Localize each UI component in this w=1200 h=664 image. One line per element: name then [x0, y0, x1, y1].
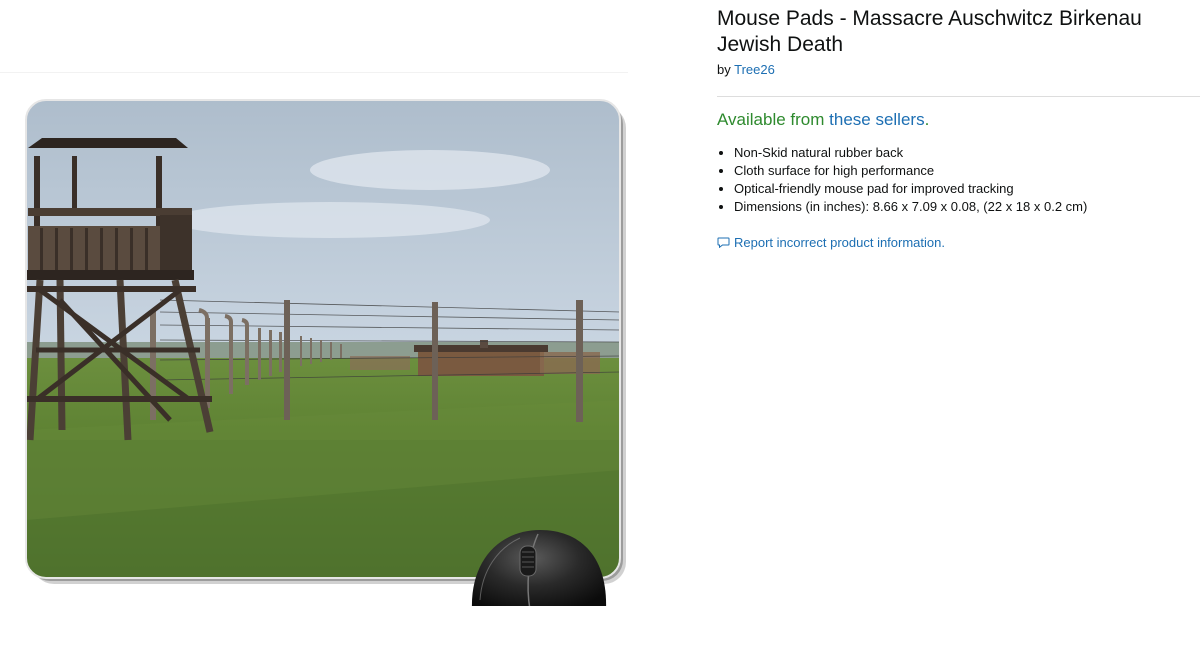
availability-suffix: . [924, 110, 930, 129]
feature-bullet: Cloth surface for high performance [734, 162, 1187, 180]
brand-link[interactable]: Tree26 [734, 62, 775, 77]
section-divider [717, 96, 1200, 97]
product-title: Mouse Pads - Massacre Auschwitcz Birkena… [717, 7, 1142, 56]
feature-bullets: Non-Skid natural rubber back Cloth surfa… [717, 144, 1187, 216]
feature-bullet: Optical-friendly mouse pad for improved … [734, 180, 1187, 198]
availability: Available from these sellers. [717, 109, 1187, 131]
sellers-link[interactable]: these sellers [829, 110, 924, 129]
speech-bubble-icon [717, 237, 730, 248]
byline: by Tree26 [717, 61, 1187, 78]
mousepad-photo [26, 100, 620, 578]
feature-bullet: Non-Skid natural rubber back [734, 144, 1187, 162]
availability-prefix: Available from [717, 110, 830, 129]
report-row: Report incorrect product information. [717, 234, 1187, 251]
product-image-panel [0, 0, 640, 664]
byline-prefix: by [717, 62, 731, 77]
report-incorrect-info-link[interactable]: Report incorrect product information. [734, 234, 945, 251]
product-image-mousepad[interactable] [0, 0, 640, 664]
feature-bullet: Dimensions (in inches): 8.66 x 7.09 x 0.… [734, 198, 1187, 216]
product-details: Mouse Pads - Massacre Auschwitcz Birkena… [717, 6, 1200, 251]
